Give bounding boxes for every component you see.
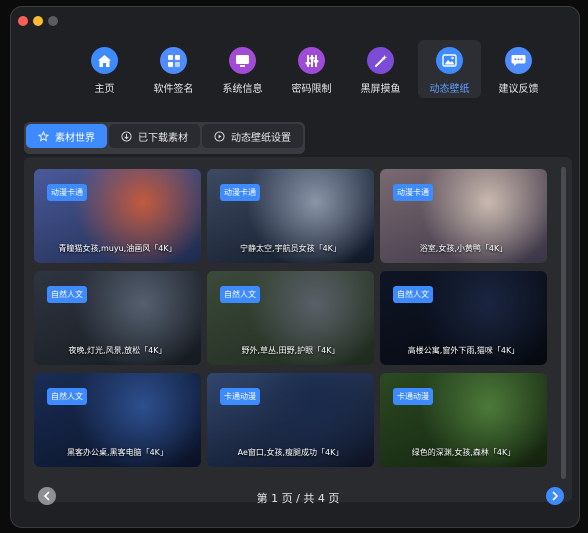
- category-badge: 自然人文: [220, 286, 260, 303]
- nav-item-feedback[interactable]: 建议反馈: [487, 40, 550, 98]
- segment-tabs: 素材世界 已下载素材 动态壁纸设置: [24, 122, 305, 154]
- nav-item-password-limit[interactable]: 密码限制: [280, 40, 343, 98]
- category-badge: 动漫卡通: [47, 184, 87, 201]
- wallpaper-card[interactable]: 动漫卡通 浴室,女孩,小黄鸭「4K」: [380, 169, 547, 263]
- wallpaper-card[interactable]: 自然人文 夜晚,灯光,风景,放松「4K」: [34, 271, 201, 365]
- category-badge: 动漫卡通: [220, 184, 260, 201]
- wallpaper-caption: 宁静太空,宇航员女孩「4K」: [240, 244, 341, 253]
- wallpaper-card[interactable]: 动漫卡通 青瞳猫女孩,muyu,油画风「4K」: [34, 169, 201, 263]
- wallpaper-caption: 绿色的深渊,女孩,森林「4K」: [411, 448, 516, 457]
- nav-label: 黑屏摸鱼: [360, 84, 401, 95]
- page-indicator: 第 1 页 / 共 4 页: [256, 492, 340, 505]
- app-window: 主页 软件签名 系统信息 密码限制 黑屏摸鱼 动态壁纸 建议反馈 素材世界 已下…: [10, 6, 580, 528]
- wallpaper-caption: Ae窗口,女孩,瘦腿成功「4K」: [237, 448, 344, 457]
- nav-label: 软件签名: [153, 84, 194, 95]
- nav-label: 密码限制: [291, 84, 332, 95]
- category-badge: 自然人文: [47, 388, 87, 405]
- category-badge: 自然人文: [393, 286, 433, 303]
- magic-wand-icon: [367, 47, 394, 74]
- nav-item-system-info[interactable]: 系统信息: [211, 40, 274, 98]
- wallpaper-gallery: 动漫卡通 青瞳猫女孩,muyu,油画风「4K」 动漫卡通 宁静太空,宇航员女孩「…: [24, 157, 572, 505]
- nav-item-live-wallpaper[interactable]: 动态壁纸: [418, 40, 481, 98]
- wallpaper-card[interactable]: 自然人文 高楼公寓,窗外下雨,猫咪「4K」: [380, 271, 547, 365]
- play-icon: [214, 130, 225, 142]
- minimize-window-button[interactable]: [33, 16, 43, 26]
- tab-material-world[interactable]: 素材世界: [26, 124, 107, 148]
- pagination: 第 1 页 / 共 4 页: [24, 487, 572, 511]
- chat-bubble-icon: [505, 47, 532, 74]
- category-badge: 动漫卡通: [393, 184, 433, 201]
- monitor-icon: [229, 47, 256, 74]
- gallery-scrollbar[interactable]: [561, 167, 566, 479]
- tab-label: 已下载素材: [138, 132, 188, 144]
- category-badge: 卡通动漫: [393, 388, 433, 405]
- wallpaper-caption: 夜晚,灯光,风景,放松「4K」: [68, 346, 167, 355]
- wallpaper-card[interactable]: 自然人文 野外,草丛,田野,护眼「4K」: [207, 271, 374, 365]
- wallpaper-caption: 黑客办公桌,黑客电脑「4K」: [67, 448, 168, 457]
- app-signature-icon: [160, 47, 187, 74]
- tab-label: 素材世界: [55, 132, 95, 144]
- nav-label: 动态壁纸: [429, 84, 470, 95]
- wallpaper-card[interactable]: 自然人文 黑客办公桌,黑客电脑「4K」: [34, 373, 201, 467]
- sliders-icon: [298, 47, 325, 74]
- wallpaper-caption: 野外,草丛,田野,护眼「4K」: [241, 346, 340, 355]
- wallpaper-grid: 动漫卡通 青瞳猫女孩,muyu,油画风「4K」 动漫卡通 宁静太空,宇航员女孩「…: [34, 169, 547, 467]
- tab-label: 动态壁纸设置: [231, 132, 291, 144]
- category-badge: 卡通动漫: [220, 388, 260, 405]
- image-mountain-icon: [436, 47, 463, 74]
- nav-label: 建议反馈: [498, 84, 539, 95]
- wallpaper-caption: 浴室,女孩,小黄鸭「4K」: [419, 244, 508, 253]
- zoom-window-button[interactable]: [48, 16, 58, 26]
- tab-wallpaper-settings[interactable]: 动态壁纸设置: [202, 124, 303, 148]
- category-badge: 自然人文: [47, 286, 87, 303]
- window-controls: [18, 16, 58, 26]
- nav-item-home[interactable]: 主页: [73, 40, 136, 98]
- chevron-right-icon: [552, 491, 559, 501]
- nav-item-black-screen[interactable]: 黑屏摸鱼: [349, 40, 412, 98]
- tab-downloaded[interactable]: 已下载素材: [109, 124, 200, 148]
- star-icon: [38, 130, 49, 141]
- wallpaper-card[interactable]: 卡通动漫 绿色的深渊,女孩,森林「4K」: [380, 373, 547, 467]
- close-window-button[interactable]: [18, 16, 28, 26]
- wallpaper-caption: 青瞳猫女孩,muyu,油画风「4K」: [58, 244, 177, 253]
- nav-label: 系统信息: [222, 84, 263, 95]
- wallpaper-caption: 高楼公寓,窗外下雨,猫咪「4K」: [407, 346, 520, 355]
- next-page-button[interactable]: [546, 487, 564, 505]
- nav-item-software-signature[interactable]: 软件签名: [142, 40, 205, 98]
- download-icon: [121, 130, 132, 142]
- nav-label: 主页: [94, 84, 115, 95]
- top-nav: 主页 软件签名 系统信息 密码限制 黑屏摸鱼 动态壁纸 建议反馈: [73, 40, 550, 98]
- wallpaper-card[interactable]: 卡通动漫 Ae窗口,女孩,瘦腿成功「4K」: [207, 373, 374, 467]
- wallpaper-card[interactable]: 动漫卡通 宁静太空,宇航员女孩「4K」: [207, 169, 374, 263]
- home-icon: [91, 47, 118, 74]
